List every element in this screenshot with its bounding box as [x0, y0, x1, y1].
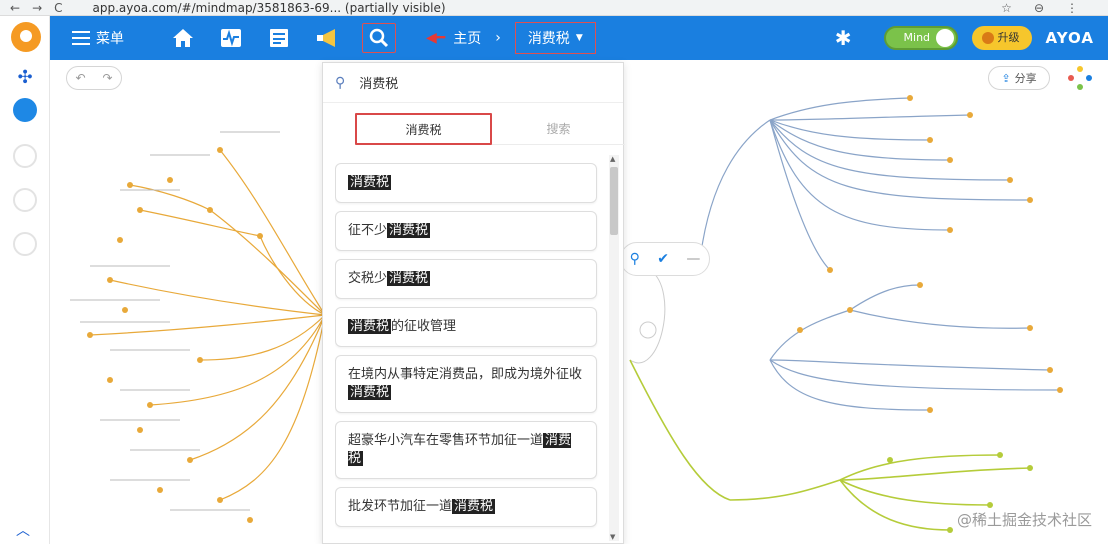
activity-icon[interactable]	[218, 25, 244, 51]
menu-button[interactable]: 菜单	[50, 28, 170, 48]
upgrade-label: 升级	[997, 31, 1020, 44]
result-highlight: 消费税	[387, 271, 431, 286]
upgrade-button[interactable]: 升级	[971, 26, 1032, 50]
browser-nav: ← → C	[0, 1, 63, 15]
layout-icon[interactable]	[1068, 66, 1092, 90]
redo-icon[interactable]: ↷	[102, 71, 112, 85]
result-highlight: 消费税	[348, 385, 392, 400]
view-toggle[interactable]: Mind	[883, 26, 958, 50]
gear-icon[interactable]: ✱	[835, 26, 852, 50]
result-text: 超豪华小汽车在零售环节加征一道	[348, 433, 544, 448]
toolbar-right: ✱ Mind 升级 AYOA	[835, 26, 1108, 50]
search-results: 消费税 征不少 消费税 交税少 消费税 消费税 的征收管理 在境内从事特定消费品，即成…	[335, 163, 601, 541]
search-result-item[interactable]: 超豪华小汽车在零售环节加征一道 消费税	[335, 421, 597, 479]
forward-icon[interactable]: →	[32, 1, 42, 15]
rail-placeholder-1[interactable]	[13, 144, 37, 168]
search-result-item[interactable]: 批发环节加征一道 消费税	[335, 487, 597, 527]
tab-search-all[interactable]: 搜索	[492, 113, 625, 145]
profile-icon[interactable]: ⊖	[1034, 1, 1044, 15]
browser-actions: ☆ ⊖ ⋮	[1001, 1, 1108, 15]
breadcrumb-parent[interactable]: 主页	[453, 28, 481, 48]
chat-icon[interactable]	[13, 98, 37, 122]
search-result-item[interactable]: 在境内从事特定消费品，即成为境外征收消费税	[335, 355, 597, 413]
undo-redo-controls: ↶ ↷	[66, 66, 122, 90]
share-icon: ⇪	[1001, 71, 1011, 85]
address-bar[interactable]: app.ayoa.com/#/mindmap/3581863-69... (pa…	[93, 1, 446, 15]
annotation-arrow-icon: ◀━	[426, 30, 446, 46]
search-field: ⚲	[323, 63, 623, 103]
result-text: 交税少	[348, 271, 388, 286]
search-panel: ⚲ 消费税 搜索 消费税 征不少消费税 交税少消费税 消费税的征收管理 在境内从…	[322, 62, 625, 544]
tab-label: 消费税	[405, 122, 442, 137]
breadcrumb-current[interactable]: 消费税 ▼	[514, 22, 596, 54]
megaphone-icon[interactable]	[314, 25, 340, 51]
check-icon[interactable]: ✔	[657, 251, 669, 267]
attachment-icon[interactable]: ⚲	[630, 251, 640, 267]
breadcrumb: ◀━ 主页 › 消费税 ▼	[426, 22, 596, 54]
search-result-item[interactable]: 消费税	[335, 163, 597, 203]
result-highlight: 消费税	[452, 499, 496, 514]
back-icon[interactable]: ←	[10, 1, 20, 15]
search-result-item[interactable]: 交税少 消费税	[335, 259, 597, 299]
result-text: 的征收管理	[391, 319, 457, 334]
collapse-up-icon[interactable]: ︿	[16, 520, 30, 540]
search-result-item[interactable]: 征不少 消费税	[335, 211, 597, 251]
toggle-label: Mind	[903, 31, 931, 44]
browser-chrome: ← → C app.ayoa.com/#/mindmap/3581863-69.…	[0, 0, 1108, 16]
bookmark-icon[interactable]: ☆	[1001, 1, 1012, 15]
breadcrumb-current-label: 消费税	[527, 31, 570, 47]
share-label: 分享	[1014, 72, 1037, 85]
search-button[interactable]	[362, 23, 396, 53]
search-input[interactable]	[359, 75, 580, 90]
search-icon: ⚲	[335, 74, 346, 91]
crown-icon	[981, 32, 994, 44]
search-icon	[369, 28, 389, 48]
node-toolbar: ⚲ ✔ —	[620, 242, 710, 276]
minus-icon[interactable]: —	[686, 251, 700, 267]
result-text: 征不少	[348, 223, 388, 238]
board-icon[interactable]: ✣	[13, 66, 37, 90]
share-button[interactable]: ⇪ 分享	[988, 66, 1050, 90]
results-scrollbar[interactable]: ▲ ▼	[609, 155, 619, 541]
brand-logo: AYOA	[1045, 29, 1094, 47]
search-result-item[interactable]: 消费税 的征收管理	[335, 307, 597, 347]
menu-label: 菜单	[96, 31, 124, 47]
chevron-down-icon: ▼	[575, 33, 583, 43]
undo-icon[interactable]: ↶	[75, 71, 85, 85]
scrollbar-thumb[interactable]	[610, 167, 618, 235]
result-highlight: 消费税	[348, 319, 392, 334]
top-toolbar: 菜单 ◀━ 主页 › 消费税 ▼ ✱ Mind 升级 AYOA	[50, 16, 1108, 60]
ayoa-logo-icon[interactable]	[11, 22, 41, 52]
scroll-down-icon[interactable]: ▼	[610, 533, 615, 541]
hamburger-icon	[72, 31, 90, 45]
watermark: @稀土掘金技术社区	[956, 511, 1092, 529]
tab-current-map[interactable]: 消费税	[355, 113, 492, 145]
home-icon[interactable]	[170, 25, 196, 51]
result-text: 在境内从事特定消费品，即成为境外征收	[348, 367, 583, 382]
result-highlight: 消费税	[387, 223, 431, 238]
app-rail: ✣ ︿	[0, 16, 50, 544]
browser-menu-icon[interactable]: ⋮	[1066, 1, 1078, 15]
tasks-icon[interactable]	[266, 25, 292, 51]
result-text: 批发环节加征一道	[348, 499, 453, 514]
rail-placeholder-2[interactable]	[13, 188, 37, 212]
rail-placeholder-3[interactable]	[13, 232, 37, 256]
breadcrumb-separator-icon: ›	[495, 30, 501, 46]
search-tabs: 消费税 搜索	[355, 113, 625, 145]
toolbar-icons	[170, 23, 396, 53]
tab-label: 搜索	[546, 122, 571, 136]
result-highlight: 消费税	[348, 175, 392, 190]
scroll-up-icon[interactable]: ▲	[610, 155, 615, 163]
reload-icon[interactable]: C	[54, 1, 62, 15]
